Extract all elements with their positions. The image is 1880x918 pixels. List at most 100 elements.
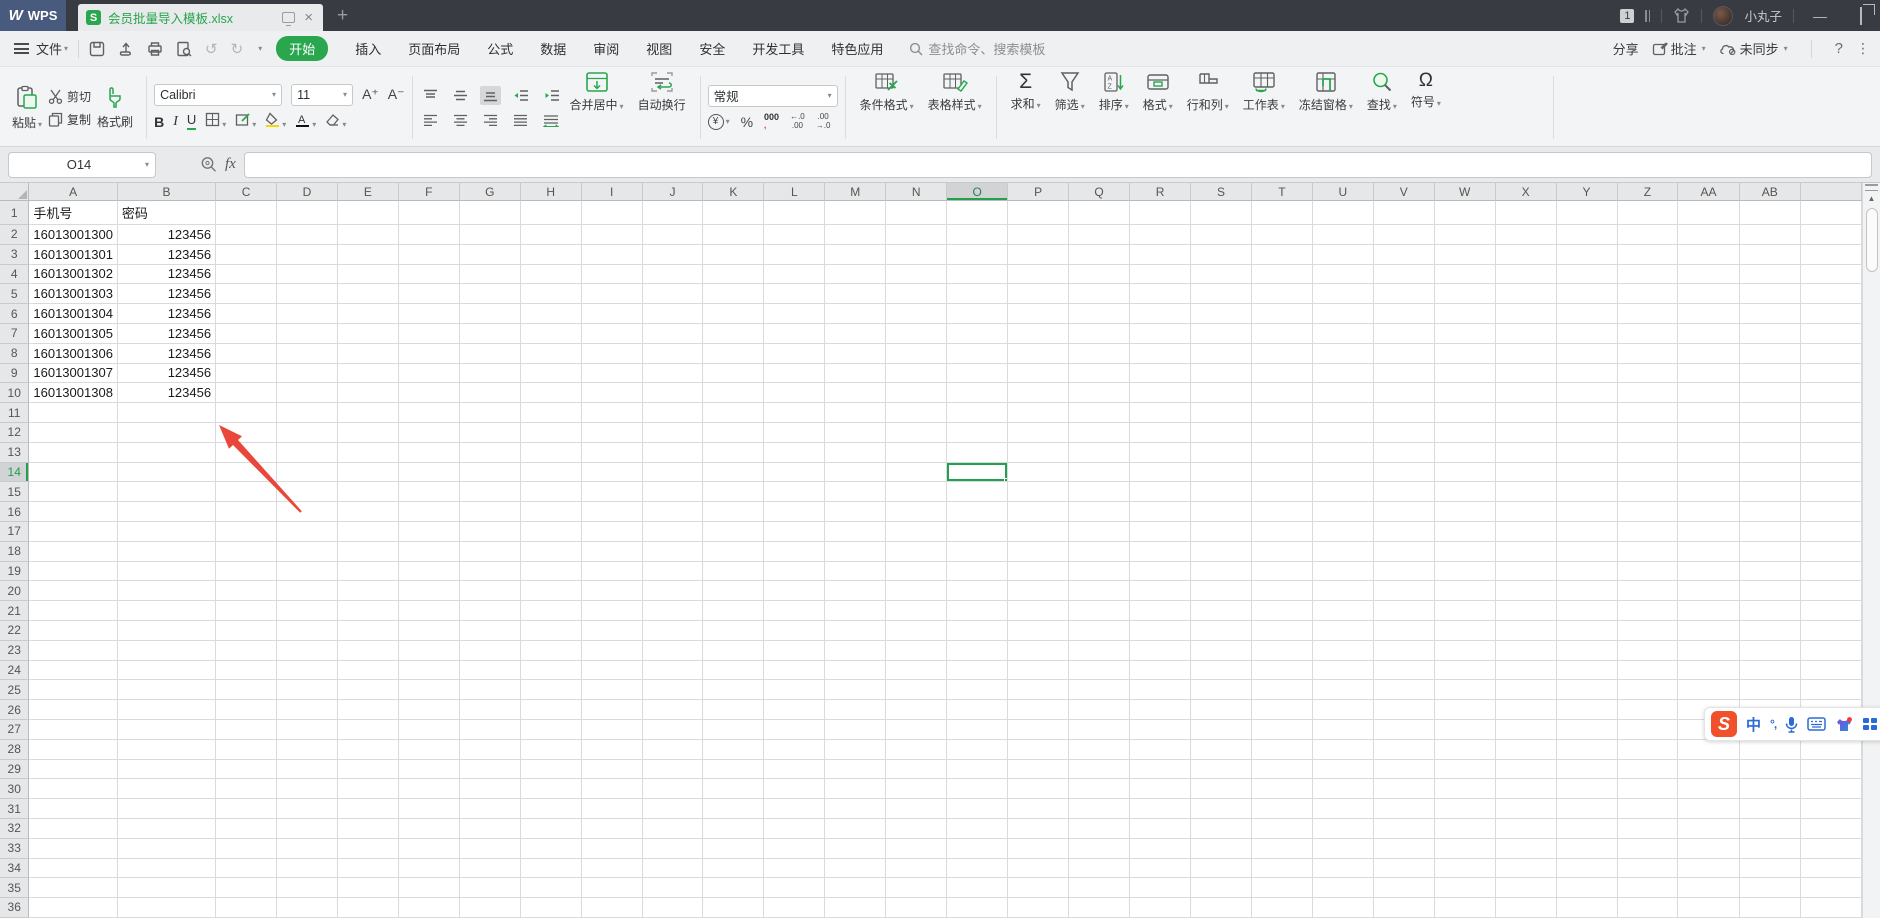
cell[interactable] (459, 561, 521, 582)
cell[interactable] (277, 719, 338, 740)
cell[interactable] (398, 201, 460, 225)
cell[interactable] (764, 363, 826, 384)
ime-skin-icon[interactable] (1835, 716, 1853, 733)
cell[interactable] (459, 601, 521, 621)
cell[interactable] (1008, 304, 1070, 324)
cell[interactable] (1617, 363, 1679, 384)
cell[interactable] (886, 680, 948, 701)
decrease-font-button[interactable]: A⁻ (388, 86, 405, 103)
cell[interactable] (1800, 502, 1862, 522)
cell[interactable] (886, 700, 948, 720)
cell[interactable] (764, 264, 826, 285)
cell[interactable] (581, 225, 643, 245)
cell[interactable] (703, 818, 765, 839)
cell[interactable] (277, 700, 338, 720)
cell[interactable] (886, 343, 948, 364)
cell[interactable] (117, 739, 217, 760)
cell[interactable] (886, 838, 948, 859)
cell[interactable] (886, 383, 948, 404)
cell[interactable] (1191, 779, 1252, 800)
cell[interactable] (1069, 403, 1131, 423)
cell[interactable] (459, 739, 521, 760)
cell[interactable] (1800, 442, 1862, 463)
cell[interactable] (1800, 363, 1862, 384)
cell[interactable] (1373, 601, 1435, 621)
cell[interactable] (277, 403, 338, 423)
cell[interactable] (277, 541, 338, 562)
cell[interactable] (1251, 323, 1313, 344)
cell[interactable] (117, 858, 217, 879)
cell[interactable] (1251, 383, 1313, 404)
cell[interactable] (1495, 383, 1557, 404)
cell[interactable] (886, 779, 948, 800)
cell[interactable] (1251, 719, 1313, 740)
cell[interactable] (216, 739, 278, 760)
cell[interactable] (825, 521, 887, 542)
cell[interactable] (337, 284, 399, 305)
cell[interactable] (337, 818, 399, 839)
cell[interactable] (764, 201, 826, 225)
cell[interactable] (947, 363, 1009, 384)
cell[interactable] (703, 403, 765, 423)
align-center-button[interactable] (450, 111, 471, 130)
cell[interactable] (1434, 878, 1496, 899)
cell[interactable] (703, 225, 765, 245)
cell[interactable] (1739, 244, 1801, 265)
cell[interactable] (1495, 403, 1557, 423)
cell[interactable] (1678, 284, 1740, 305)
cell[interactable] (1373, 640, 1435, 661)
cell[interactable] (1617, 225, 1679, 245)
cell[interactable] (1069, 482, 1131, 503)
cell[interactable] (886, 304, 948, 324)
cell[interactable] (581, 264, 643, 285)
cell[interactable] (337, 442, 399, 463)
cell[interactable]: 密码 (117, 201, 217, 225)
cell[interactable] (1130, 640, 1191, 661)
cell[interactable] (277, 739, 338, 760)
cell[interactable] (337, 561, 399, 582)
cell[interactable] (1130, 264, 1191, 285)
cell[interactable] (1678, 680, 1740, 701)
cell[interactable] (1373, 502, 1435, 522)
cell[interactable] (1434, 898, 1496, 918)
column-header-U[interactable]: U (1312, 183, 1374, 201)
cell[interactable] (1495, 759, 1557, 780)
cell[interactable] (29, 561, 118, 582)
cell[interactable]: 16013001307 (29, 363, 118, 384)
cell[interactable] (398, 264, 460, 285)
cell[interactable] (642, 878, 704, 899)
cell[interactable] (398, 838, 460, 859)
cell[interactable] (1373, 462, 1435, 483)
cell[interactable] (1373, 403, 1435, 423)
cell[interactable] (581, 383, 643, 404)
cell[interactable] (1191, 799, 1252, 819)
cell[interactable] (398, 482, 460, 503)
row-header-12[interactable]: 12 (0, 422, 30, 443)
cell[interactable] (459, 363, 521, 384)
cell[interactable] (1312, 403, 1374, 423)
cell[interactable] (1251, 442, 1313, 463)
cell[interactable] (642, 363, 704, 384)
insert-function-button[interactable]: fx (225, 156, 236, 173)
cell[interactable]: 123456 (117, 363, 217, 384)
column-header-M[interactable]: M (825, 183, 887, 201)
cell[interactable] (886, 264, 948, 285)
notification-badge[interactable]: 1 (1620, 8, 1635, 23)
cell[interactable]: 123456 (117, 264, 217, 285)
cell[interactable] (886, 225, 948, 245)
cell[interactable] (703, 244, 765, 265)
cell[interactable] (1800, 561, 1862, 582)
cell[interactable] (520, 225, 582, 245)
cell[interactable] (1008, 660, 1070, 681)
cell[interactable] (1495, 700, 1557, 720)
cell[interactable] (1069, 620, 1131, 641)
cell[interactable] (1434, 660, 1496, 681)
cell[interactable] (337, 462, 399, 483)
cell[interactable] (1434, 521, 1496, 542)
cell[interactable] (1800, 383, 1862, 404)
cell[interactable] (520, 719, 582, 740)
cell[interactable] (398, 284, 460, 305)
cell[interactable] (398, 719, 460, 740)
cell[interactable] (398, 561, 460, 582)
cell[interactable] (1312, 739, 1374, 760)
